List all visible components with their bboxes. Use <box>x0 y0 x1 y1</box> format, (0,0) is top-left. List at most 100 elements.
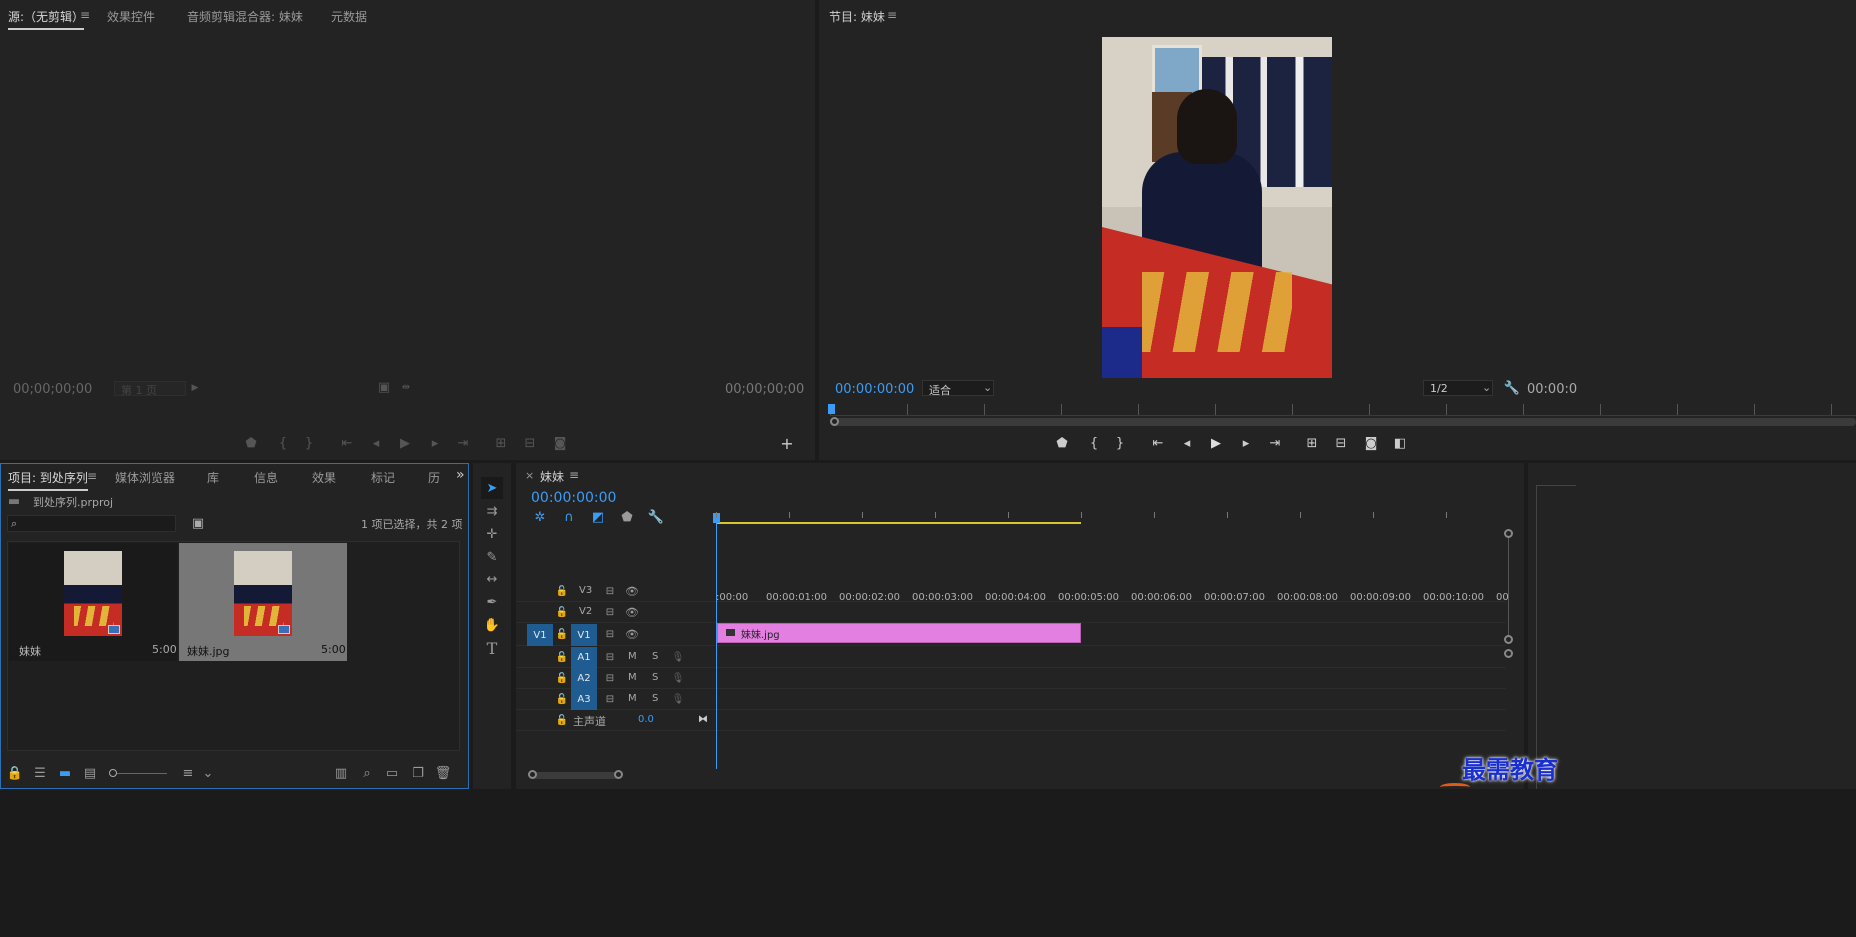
trash-icon[interactable]: 🗑 <box>435 766 452 781</box>
tab-info[interactable]: 信息 <box>254 469 278 486</box>
go-to-end-icon[interactable]: ⧓ <box>697 713 709 725</box>
program-timecode[interactable]: 00:00:00:00 <box>835 382 914 397</box>
extract-icon[interactable]: ⊟ <box>1334 436 1348 451</box>
microphone-icon[interactable]: 🎙 <box>672 693 685 705</box>
linked-selection-icon[interactable]: ◩ <box>591 510 605 525</box>
sync-lock-icon[interactable]: ⊟ <box>604 628 616 640</box>
project-item-selected[interactable]: 妹妹.jpg 5:00 <box>179 543 347 661</box>
hand-tool-icon[interactable]: ✋ <box>481 615 503 635</box>
tab-menu-icon[interactable]: ≡ <box>80 8 90 22</box>
vertical-scrollbar[interactable] <box>1508 533 1509 643</box>
step-back-icon[interactable]: ◂ <box>369 436 383 451</box>
solo-button[interactable]: S <box>652 651 658 662</box>
solo-button[interactable]: S <box>652 693 658 704</box>
tab-metadata[interactable]: 元数据 <box>331 8 367 25</box>
thumbnail-size-slider[interactable] <box>112 773 167 774</box>
tab-history[interactable]: 历 <box>428 469 440 486</box>
wrench-icon[interactable]: 🔧 <box>1504 381 1520 396</box>
source-timecode-left[interactable]: 00;00;00;00 <box>13 382 92 397</box>
program-zoom-bar[interactable] <box>830 418 1856 426</box>
tab-media-browser[interactable]: 媒体浏览器 <box>115 469 175 486</box>
lift-icon[interactable]: ⊞ <box>1305 436 1319 451</box>
page-select[interactable]: 第 1 页 <box>114 381 186 397</box>
mark-in-icon[interactable]: { <box>276 436 290 451</box>
slip-tool-icon[interactable]: ↔ <box>481 569 503 589</box>
microphone-icon[interactable]: 🎙 <box>672 672 685 684</box>
project-menu-icon[interactable]: ≡ <box>87 469 97 483</box>
step-forward-icon[interactable]: ▸ <box>1239 436 1253 451</box>
selection-tool-icon[interactable]: ➤ <box>481 477 503 499</box>
mark-in-icon[interactable]: { <box>1087 436 1101 451</box>
lock-icon[interactable]: 🔒 <box>7 766 23 781</box>
lock-icon[interactable]: 🔓 <box>556 606 568 618</box>
new-item-icon[interactable]: ❐ <box>411 766 425 781</box>
go-to-in-icon[interactable]: ⇤ <box>1151 436 1165 451</box>
mute-button[interactable]: M <box>628 693 637 704</box>
hscroll-handle-left[interactable] <box>528 770 537 779</box>
lock-icon[interactable]: 🔓 <box>556 651 568 663</box>
tab-audio-mixer[interactable]: 音频剪辑混合器: 妹妹 <box>187 8 303 25</box>
track-select-tool-icon[interactable]: ⇉ <box>481 501 503 521</box>
work-area-bar[interactable] <box>716 522 1081 524</box>
add-button-icon[interactable]: + <box>780 434 794 453</box>
new-bin-from-search-icon[interactable]: ▣ <box>191 516 205 531</box>
mark-out-icon[interactable]: } <box>1113 436 1127 451</box>
fit-dropdown[interactable]: 适合 ⌄ <box>922 380 994 397</box>
tab-effects[interactable]: 效果 <box>312 469 336 486</box>
icon-view-icon[interactable]: ▬ <box>58 766 72 781</box>
eye-icon[interactable]: 👁 <box>625 628 639 641</box>
project-search-input[interactable] <box>24 516 174 531</box>
tab-project[interactable]: 项目: 到处序列 <box>8 469 88 491</box>
track-target-a3[interactable]: A3 <box>571 689 597 710</box>
overwrite-icon[interactable]: ⊟ <box>523 436 537 451</box>
solo-button[interactable]: S <box>652 672 658 683</box>
play-icon[interactable]: ▶ <box>398 436 412 451</box>
track-target-v1[interactable]: V1 <box>571 624 597 646</box>
ripple-edit-tool-icon[interactable]: ✛ <box>481 524 503 544</box>
snap-icon[interactable]: ∩ <box>562 510 576 525</box>
sync-lock-icon[interactable]: ⊟ <box>604 651 616 663</box>
sync-lock-icon[interactable]: ⊟ <box>604 606 616 618</box>
sync-lock-icon[interactable]: ⊟ <box>604 585 616 597</box>
type-tool-icon[interactable]: T <box>481 638 503 658</box>
program-menu-icon[interactable]: ≡ <box>887 8 897 22</box>
timeline-timecode[interactable]: 00:00:00:00 <box>531 490 616 506</box>
step-forward-icon[interactable]: ▸ <box>428 436 442 451</box>
compare-icon[interactable]: ⇹ <box>400 381 412 393</box>
program-playhead[interactable] <box>828 404 835 414</box>
sync-lock-icon[interactable]: ⊟ <box>604 672 616 684</box>
program-title[interactable]: 节目: 妹妹 <box>829 8 885 25</box>
eye-icon[interactable]: 👁 <box>625 585 639 598</box>
tab-libraries[interactable]: 库 <box>207 469 219 486</box>
add-marker-icon[interactable]: ⬟ <box>620 510 634 525</box>
lock-icon[interactable]: 🔓 <box>556 628 568 640</box>
vscroll-handle-top[interactable] <box>1504 529 1513 538</box>
camera-icon[interactable]: ◙ <box>1364 436 1378 451</box>
microphone-icon[interactable]: 🎙 <box>672 651 685 663</box>
zoom-handle-left[interactable] <box>830 417 839 426</box>
project-item[interactable]: 妹妹 5:00 <box>9 543 177 661</box>
vscroll-audio-handle[interactable] <box>1504 649 1513 658</box>
compare-view-icon[interactable]: ◧ <box>1393 436 1407 451</box>
razor-tool-icon[interactable]: ✎ <box>481 547 503 567</box>
lock-icon[interactable]: 🔓 <box>556 585 568 597</box>
hscroll-handle-right[interactable] <box>614 770 623 779</box>
sequence-menu-icon[interactable]: ≡ <box>569 468 579 482</box>
mute-button[interactable]: M <box>628 651 637 662</box>
slider-handle[interactable] <box>109 769 117 777</box>
insert-icon[interactable]: ⊞ <box>494 436 508 451</box>
lock-icon[interactable]: 🔓 <box>556 714 568 726</box>
marker-icon[interactable]: ⬟ <box>1055 436 1069 451</box>
play-small-icon[interactable]: ▶ <box>190 382 200 394</box>
resolution-dropdown[interactable]: 1/2 ⌄ <box>1423 380 1493 396</box>
more-tabs-icon[interactable]: » <box>456 467 465 483</box>
camera-icon[interactable]: ◙ <box>553 436 567 451</box>
timeline-clip[interactable]: 妹妹.jpg <box>717 623 1081 643</box>
lock-icon[interactable]: 🔓 <box>556 693 568 705</box>
automate-to-sequence-icon[interactable]: ▥ <box>334 766 348 781</box>
project-search-field[interactable]: ⌕ <box>7 515 176 532</box>
timeline-settings-icon[interactable]: 🔧 <box>648 510 664 525</box>
master-volume[interactable]: 0.0 <box>638 714 654 725</box>
go-to-out-icon[interactable]: ⇥ <box>456 436 470 451</box>
horizontal-scrollbar[interactable] <box>532 772 620 779</box>
